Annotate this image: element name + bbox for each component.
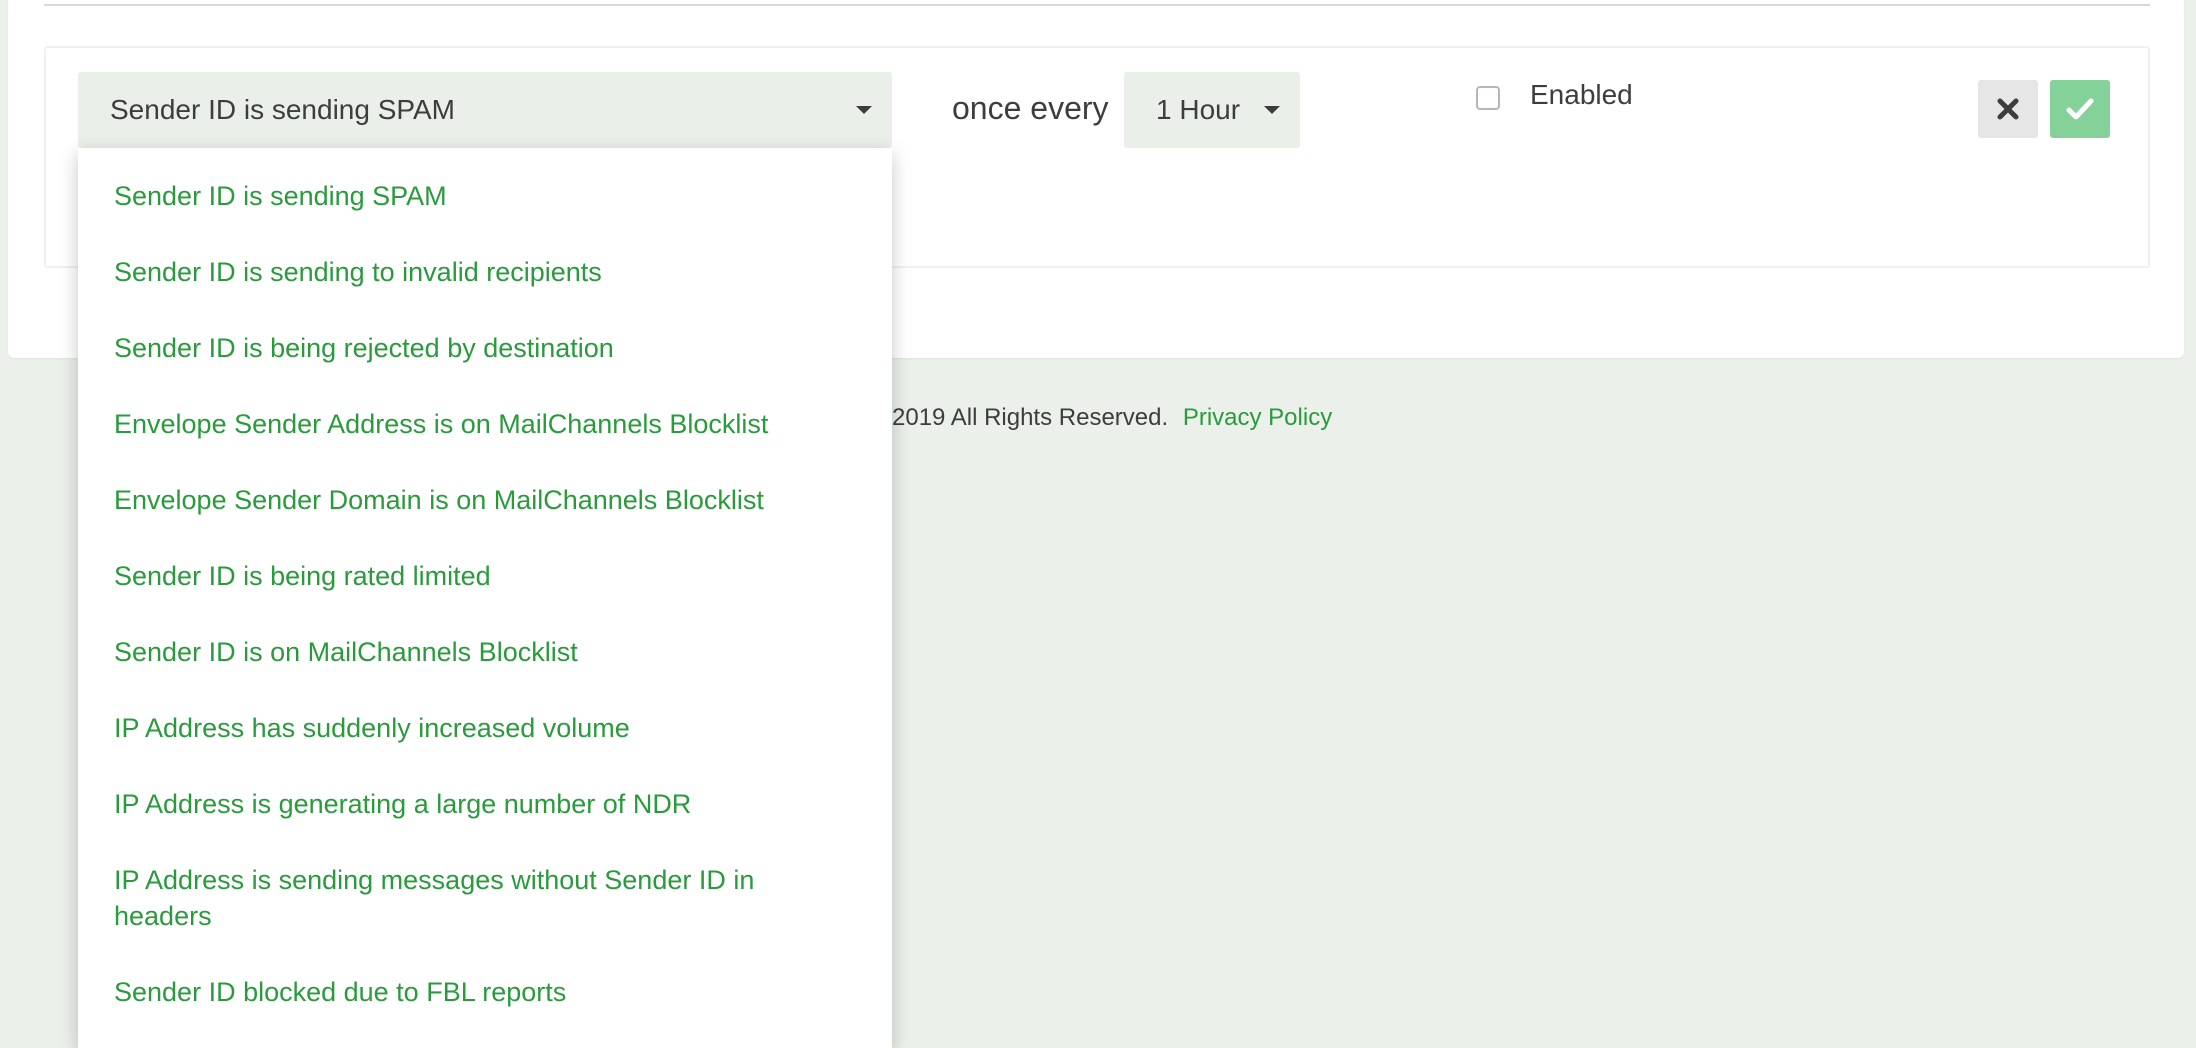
copyright-text: 2019 All Rights Reserved.: [892, 404, 1169, 431]
interval-select-value: 1 Hour: [1156, 94, 1241, 125]
dropdown-option[interactable]: Sender ID blocked due to FBL reports: [114, 974, 854, 1010]
top-divider: [44, 4, 2150, 6]
enabled-label: Enabled: [1530, 79, 1633, 110]
dropdown-option[interactable]: Sender ID is being rated limited: [114, 558, 854, 594]
condition-dropdown-menu: Sender ID is sending SPAM Sender ID is s…: [78, 148, 892, 1048]
dropdown-option[interactable]: Sender ID is on MailChannels Blocklist: [114, 634, 854, 670]
once-every-label: once every: [952, 90, 1109, 126]
condition-select-value: Sender ID is sending SPAM: [110, 94, 455, 125]
dropdown-option[interactable]: IP Address is sending messages without S…: [114, 862, 854, 934]
dropdown-option[interactable]: Sender ID is sending to invalid recipien…: [114, 254, 854, 290]
interval-select[interactable]: 1 Hour: [1124, 72, 1300, 148]
close-icon: [1997, 98, 2019, 120]
dropdown-option[interactable]: Sender ID is sending SPAM: [114, 178, 854, 214]
dropdown-option[interactable]: IP Address has suddenly increased volume: [114, 710, 854, 746]
check-icon: [2066, 98, 2094, 120]
save-button[interactable]: [2050, 80, 2110, 138]
dropdown-option[interactable]: Sender ID is being rejected by destinati…: [114, 330, 854, 366]
cancel-button[interactable]: [1978, 80, 2038, 138]
privacy-policy-link[interactable]: Privacy Policy: [1183, 404, 1332, 431]
dropdown-option[interactable]: Envelope Sender Address is on MailChanne…: [114, 406, 854, 442]
dropdown-option[interactable]: Envelope Sender Domain is on MailChannel…: [114, 482, 854, 518]
dropdown-option[interactable]: IP Address is generating a large number …: [114, 786, 854, 822]
enabled-control: Enabled: [1476, 81, 1633, 110]
enabled-checkbox[interactable]: [1476, 86, 1500, 110]
caret-down-icon: [856, 106, 872, 114]
caret-down-icon: [1264, 106, 1280, 114]
footer: 2019 All Rights Reserved. Privacy Policy: [892, 404, 1332, 432]
condition-select[interactable]: Sender ID is sending SPAM: [78, 72, 892, 148]
